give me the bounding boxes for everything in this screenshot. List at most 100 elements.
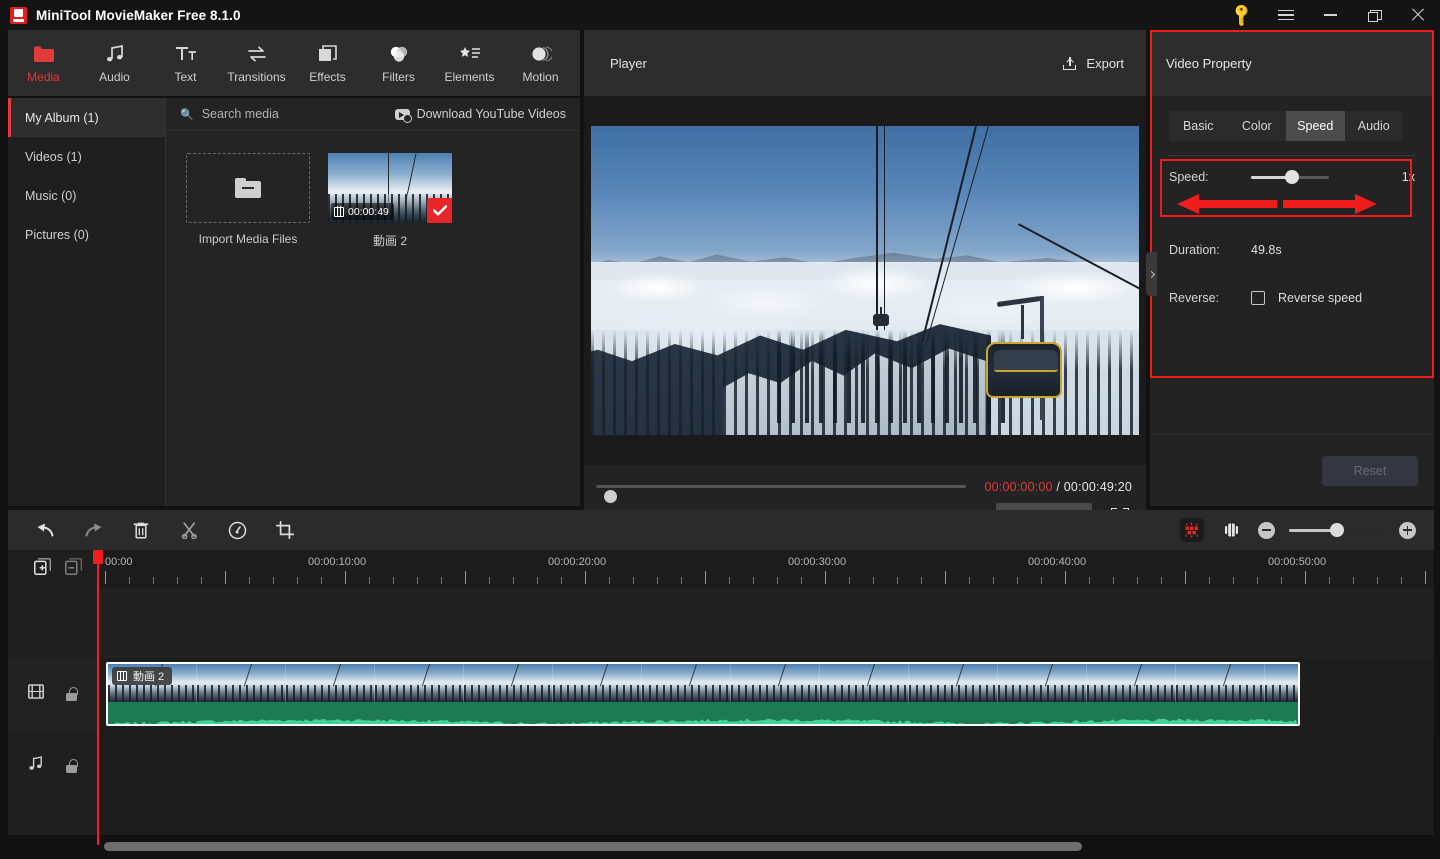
crop-icon[interactable] bbox=[272, 517, 298, 543]
minimize-icon[interactable] bbox=[1308, 0, 1352, 30]
media-toolbar: 🔍 Search media Download YouTube Videos bbox=[166, 98, 580, 131]
reverse-speed-label: Reverse speed bbox=[1278, 291, 1363, 305]
current-time: 00:00:00:00 bbox=[984, 480, 1053, 494]
selected-check-badge[interactable] bbox=[427, 198, 452, 223]
text-tt-icon bbox=[175, 43, 197, 65]
clip-thumbnail-frame bbox=[553, 664, 642, 702]
clip-thumbnail-frame bbox=[464, 664, 553, 702]
media-thumbnail[interactable]: 00:00:49 bbox=[328, 153, 452, 223]
trash-icon[interactable] bbox=[128, 517, 154, 543]
unlock-icon[interactable] bbox=[66, 687, 78, 701]
total-time: 00:00:49:20 bbox=[1063, 480, 1132, 494]
duration-text: 00:00:49 bbox=[348, 205, 389, 218]
scissors-icon[interactable] bbox=[176, 517, 202, 543]
ribbon-item-effects[interactable]: Effects bbox=[292, 30, 363, 96]
timeline-tools-right bbox=[1180, 510, 1416, 550]
transitions-arrows-icon bbox=[246, 43, 268, 65]
sidebar-item-my-album[interactable]: My Album (1) bbox=[8, 98, 165, 137]
import-media-label: Import Media Files bbox=[198, 232, 298, 246]
timeline-ruler[interactable]: 00:00 00:00:10:00 00:00:20:00 00:00:30:0… bbox=[98, 550, 1434, 588]
timeline-clip[interactable]: 動画 2 bbox=[106, 662, 1300, 726]
key-icon[interactable]: 🔑 bbox=[1220, 0, 1264, 30]
tab-basic[interactable]: Basic bbox=[1169, 111, 1228, 141]
ribbon-item-filters[interactable]: Filters bbox=[363, 30, 434, 96]
export-button[interactable]: Export bbox=[1062, 56, 1124, 71]
reset-button[interactable]: Reset bbox=[1322, 455, 1418, 486]
panel-collapse-toggle[interactable] bbox=[1146, 252, 1157, 296]
timecode-display: 00:00:00:00 / 00:00:49:20 bbox=[984, 480, 1132, 494]
preview-gondola-arm bbox=[1021, 305, 1025, 340]
horizontal-scrollbar[interactable] bbox=[104, 842, 1082, 851]
zoom-in-icon[interactable] bbox=[1399, 521, 1416, 539]
sidebar-item-videos[interactable]: Videos (1) bbox=[8, 137, 165, 176]
divider bbox=[1169, 155, 1415, 156]
clip-thumbnail-frame bbox=[197, 664, 286, 702]
timeline-empty-row bbox=[98, 588, 1434, 658]
preview-distant-gondola bbox=[873, 307, 890, 327]
clip-thumbnail-frame bbox=[820, 664, 909, 702]
close-icon[interactable] bbox=[1396, 0, 1440, 30]
unlock-icon[interactable] bbox=[66, 759, 78, 773]
speedometer-icon[interactable] bbox=[224, 517, 250, 543]
property-title: Video Property bbox=[1166, 55, 1252, 71]
search-icon: 🔍 bbox=[180, 108, 194, 121]
redo-arrow-icon[interactable] bbox=[80, 517, 106, 543]
ribbon-item-transitions[interactable]: Transitions bbox=[221, 30, 292, 96]
ruler-label: 00:00:10:00 bbox=[308, 556, 367, 568]
hamburger-menu-icon[interactable] bbox=[1264, 0, 1308, 30]
download-youtube-button[interactable]: Download YouTube Videos bbox=[394, 107, 566, 123]
main-ribbon: Media Audio Text Transitions Effects Fil… bbox=[8, 30, 580, 96]
youtube-download-icon bbox=[394, 108, 412, 123]
fit-timeline-icon[interactable] bbox=[1180, 518, 1204, 542]
sidebar-item-pictures[interactable]: Pictures (0) bbox=[8, 215, 165, 254]
preview-cable bbox=[883, 126, 885, 330]
split-marker-icon[interactable] bbox=[1218, 517, 1244, 543]
video-preview[interactable] bbox=[591, 126, 1139, 435]
track-row-audio bbox=[98, 730, 1434, 802]
track-row-video: 動画 2 bbox=[98, 658, 1434, 730]
app-title: MiniTool MovieMaker Free 8.1.0 bbox=[36, 7, 241, 23]
ribbon-label: Transitions bbox=[227, 69, 286, 84]
duration-row: Duration: 49.8s bbox=[1169, 239, 1415, 261]
tab-speed[interactable]: Speed bbox=[1286, 111, 1345, 141]
ribbon-item-audio[interactable]: Audio bbox=[79, 30, 150, 96]
zoom-slider-handle[interactable] bbox=[1330, 523, 1344, 537]
timeline-zoom-slider[interactable] bbox=[1289, 523, 1385, 537]
playhead[interactable] bbox=[93, 550, 103, 845]
film-strip-icon bbox=[117, 670, 127, 681]
timeline: 00:00 00:00:10:00 00:00:20:00 00:00:30:0… bbox=[8, 550, 1434, 835]
ribbon-item-media[interactable]: Media bbox=[8, 30, 79, 96]
sidebar-item-music[interactable]: Music (0) bbox=[8, 176, 165, 215]
annotation-arrows bbox=[1169, 193, 1403, 215]
preview-tree-line bbox=[777, 329, 1008, 423]
ribbon-item-elements[interactable]: Elements bbox=[434, 30, 505, 96]
album-label: Music (0) bbox=[25, 188, 77, 203]
clip-thumbnail-frame bbox=[642, 664, 731, 702]
reverse-row: Reverse: Reverse speed bbox=[1169, 287, 1415, 309]
zoom-out-icon[interactable] bbox=[1258, 521, 1275, 539]
track-add-remove bbox=[8, 550, 98, 588]
undo-arrow-icon[interactable] bbox=[32, 517, 58, 543]
add-track-icon[interactable] bbox=[34, 558, 51, 580]
audio-track-header bbox=[8, 730, 98, 802]
search-input[interactable]: 🔍 Search media bbox=[180, 107, 279, 121]
clip-thumbnail-frame bbox=[1176, 664, 1265, 702]
tab-color[interactable]: Color bbox=[1227, 111, 1286, 141]
speed-slider[interactable] bbox=[1251, 170, 1329, 184]
media-content-area: 🔍 Search media Download YouTube Videos I… bbox=[166, 98, 580, 506]
reverse-speed-checkbox[interactable] bbox=[1251, 291, 1265, 305]
import-media-button[interactable] bbox=[186, 153, 310, 223]
video-stage bbox=[584, 96, 1146, 465]
playhead-grip[interactable] bbox=[93, 550, 103, 564]
video-track-header bbox=[8, 658, 98, 730]
import-media-cell: Import Media Files bbox=[186, 153, 310, 249]
remove-track-icon[interactable] bbox=[65, 558, 82, 580]
tab-audio[interactable]: Audio bbox=[1344, 111, 1403, 141]
maximize-icon[interactable] bbox=[1352, 0, 1396, 30]
seek-slider[interactable] bbox=[596, 485, 966, 503]
speed-slider-handle[interactable] bbox=[1285, 170, 1299, 184]
clip-thumbnail-frame bbox=[286, 664, 375, 702]
ribbon-item-text[interactable]: Text bbox=[150, 30, 221, 96]
ruler-label: 00:00:30:00 bbox=[788, 556, 847, 568]
ribbon-item-motion[interactable]: Motion bbox=[505, 30, 576, 96]
